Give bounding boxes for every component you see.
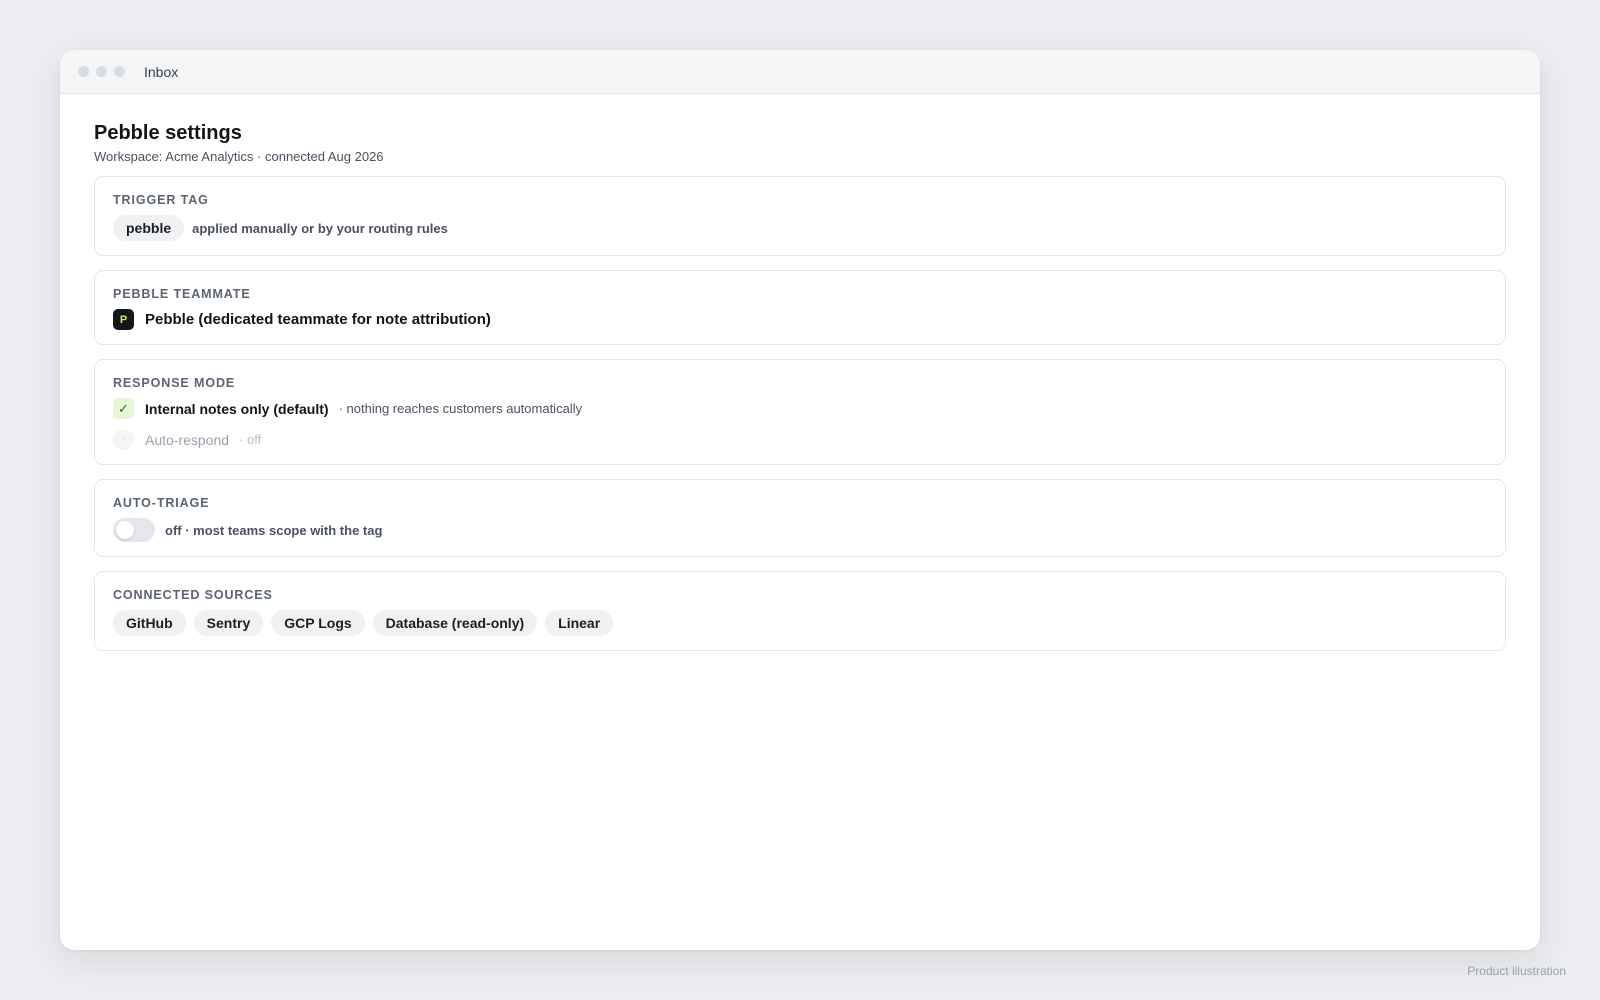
- trigger-tag-card: TRIGGER TAG pebble applied manually or b…: [94, 176, 1506, 256]
- auto-triage-toggle[interactable]: [113, 518, 155, 542]
- toggle-knob: [116, 521, 134, 539]
- source-chip-github[interactable]: GitHub: [113, 610, 186, 636]
- source-chip-sentry[interactable]: Sentry: [193, 610, 264, 636]
- window-maximize-dot[interactable]: [114, 66, 125, 77]
- teammate-row: P Pebble (dedicated teammate for note at…: [113, 309, 1487, 330]
- trigger-tag-chip[interactable]: pebble: [113, 215, 185, 241]
- window-title: Inbox: [144, 63, 179, 80]
- window-minimize-dot[interactable]: [96, 66, 107, 77]
- auto-triage-card: AUTO-TRIAGE off · most teams scope with …: [94, 479, 1506, 557]
- sources-row: GitHub Sentry GCP Logs Database (read-on…: [113, 610, 1487, 636]
- section-label: PEBBLE TEAMMATE: [113, 287, 251, 301]
- option-label: Internal notes only (default): [145, 400, 329, 417]
- settings-content: Pebble settings Workspace: Acme Analytic…: [60, 94, 1540, 651]
- trigger-tag-row: pebble applied manually or by your routi…: [113, 215, 1487, 241]
- option-label: Auto-respond: [145, 431, 230, 448]
- section-label: RESPONSE MODE: [113, 376, 236, 390]
- page-subtitle: Workspace: Acme Analytics · connected Au…: [94, 149, 384, 164]
- section-label: TRIGGER TAG: [113, 193, 209, 207]
- response-option-auto-respond[interactable]: · Auto-respond · off: [113, 429, 1487, 450]
- avatar: P: [113, 309, 134, 330]
- trigger-tag-hint: applied manually or by your routing rule…: [192, 220, 448, 236]
- auto-triage-hint: off · most teams scope with the tag: [165, 522, 383, 538]
- page-title: Pebble settings: [94, 122, 242, 144]
- section-label: AUTO-TRIAGE: [113, 496, 210, 510]
- window-close-dot[interactable]: [78, 66, 89, 77]
- source-chip-gcp-logs[interactable]: GCP Logs: [271, 610, 365, 636]
- connected-sources-card: CONNECTED SOURCES GitHub Sentry GCP Logs…: [94, 571, 1506, 651]
- source-chip-linear[interactable]: Linear: [545, 610, 614, 636]
- teammate-card: PEBBLE TEAMMATE P Pebble (dedicated team…: [94, 270, 1506, 345]
- auto-triage-row: off · most teams scope with the tag: [113, 518, 1487, 542]
- title-bar: Inbox: [60, 50, 1540, 94]
- option-note: · off: [239, 432, 262, 447]
- check-icon: ✓: [113, 398, 134, 419]
- app-window: Inbox Pebble settings Workspace: Acme An…: [60, 50, 1540, 950]
- teammate-name: Pebble (dedicated teammate for note attr…: [145, 311, 491, 328]
- footer-note: Product illustration: [1467, 964, 1566, 978]
- source-chip-database[interactable]: Database (read-only): [372, 610, 538, 636]
- response-option-internal-notes[interactable]: ✓ Internal notes only (default) · nothin…: [113, 398, 1487, 419]
- response-mode-card: RESPONSE MODE ✓ Internal notes only (def…: [94, 359, 1506, 465]
- option-note: · nothing reaches customers automaticall…: [338, 401, 583, 416]
- section-label: CONNECTED SOURCES: [113, 588, 273, 602]
- radio-icon: ·: [113, 429, 134, 450]
